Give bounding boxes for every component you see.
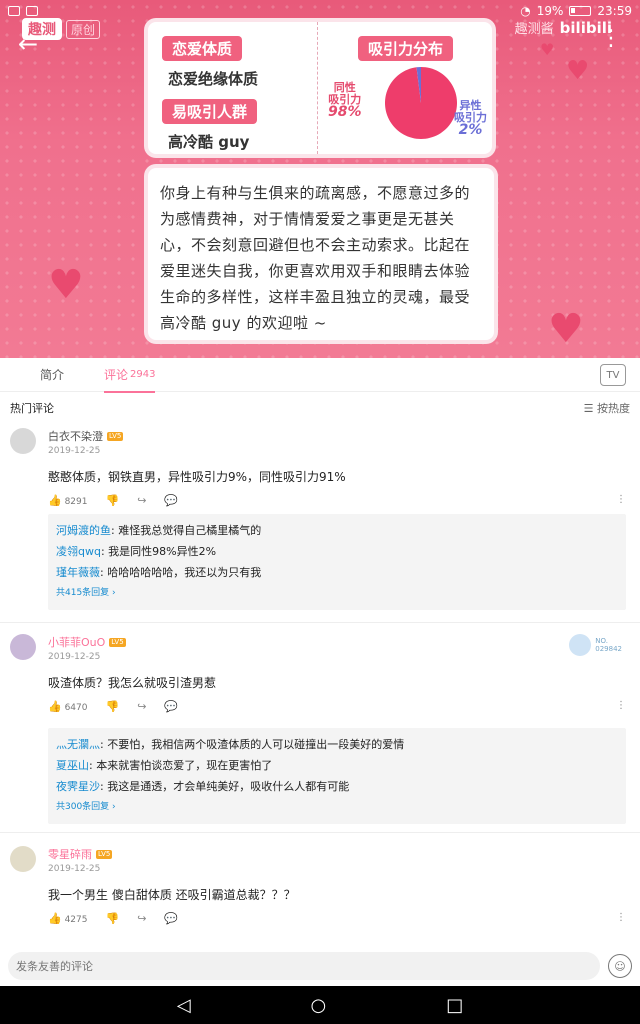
comment-text: 吸渣体质？我怎么就吸引渣男惹 [48, 676, 217, 690]
tab-bar: 简介 评论 2943 TV [0, 358, 640, 393]
heart-decoration-icon: ♥ [566, 56, 590, 86]
system-nav-bar: ◁ ○ □ [0, 986, 640, 1024]
thumb-up-icon: 👍 [48, 700, 62, 713]
sort-button[interactable]: ☰ 按热度 [584, 400, 630, 416]
screen: { "status": {"battery": "19%", "time": "… [0, 0, 640, 1024]
reply-item: 河姆渡的鱼: 难怪我总觉得自己橘里橘气的 [56, 524, 262, 537]
reply-icon[interactable]: 💬 [164, 912, 178, 925]
love-type-value: 恋爱绝缘体质 [168, 70, 259, 88]
back-arrow-icon[interactable]: ← [18, 30, 38, 58]
emoji-icon[interactable]: ☺ [608, 954, 632, 978]
reply-item: 夜霁星沙: 我这是通透，才会单纯美好，吸收什么人都有可能 [56, 780, 350, 793]
thumb-up-icon: 👍 [48, 912, 62, 925]
like-button[interactable]: 👍 8291 [48, 494, 87, 507]
love-type-tag: 恋爱体质 [162, 36, 243, 61]
notification-icon [26, 6, 38, 16]
comment-username[interactable]: 小菲菲OuO LV5 [48, 634, 126, 650]
comment-input[interactable] [8, 952, 600, 980]
comment-username[interactable]: 零星碎雨 LV5 [48, 846, 113, 862]
nav-back-icon[interactable]: ◁ [177, 995, 191, 1016]
reply-box[interactable]: 河姆渡的鱼: 难怪我总觉得自己橘里橘气的 凌翎qwq: 我是同性98%异性2% … [48, 514, 626, 610]
comment-date: 2019-12-25 [48, 652, 101, 662]
comment-date: 2019-12-25 [48, 864, 101, 874]
avatar[interactable] [10, 846, 36, 872]
avatar[interactable] [10, 634, 36, 660]
hot-comments-title: 热门评论 [10, 402, 54, 415]
avatar[interactable] [10, 428, 36, 454]
more-replies-link[interactable]: 共300条回复 › [56, 797, 618, 818]
more-menu-icon[interactable]: ⋮ [600, 28, 622, 50]
fan-badge: NO. 029842 [569, 634, 622, 656]
battery-icon [569, 6, 592, 16]
comment-actions: 👍 6470 👎 ↪ 💬 [48, 700, 178, 713]
thumb-down-icon[interactable]: 👎 [105, 700, 119, 713]
attract-group-tag: 易吸引人群 [162, 99, 258, 124]
badge-icon [569, 634, 592, 656]
share-icon[interactable]: ↪ [137, 700, 146, 713]
share-icon[interactable]: ↪ [137, 912, 146, 925]
comment-more-icon[interactable]: ⋮ [616, 912, 626, 923]
comment-date: 2019-12-25 [48, 446, 101, 456]
reply-icon[interactable]: 💬 [164, 494, 178, 507]
same-sex-label: 同性 吸引力 98% [328, 81, 362, 120]
result-card: 恋爱体质 恋爱绝缘体质 易吸引人群 高冷酷 guy 吸引力分布 同性 吸引力 98%… [148, 22, 492, 154]
chart-title: 吸引力分布 [358, 36, 454, 61]
battery-percent: 19% [536, 4, 564, 18]
nav-home-icon[interactable]: ○ [311, 995, 327, 1016]
comment-more-icon[interactable]: ⋮ [616, 494, 626, 505]
thumb-down-icon[interactable]: 👎 [105, 912, 119, 925]
comment-username[interactable]: 白衣不染澄 LV5 [48, 428, 124, 444]
attract-group-value: 高冷酷 guy [168, 133, 250, 151]
reply-box[interactable]: 灬无灁灬: 不要怕，我相信两个吸渣体质的人可以碰撞出一段美好的爱情 夏巫山: 本… [48, 728, 626, 824]
wifi-icon: ◔ [520, 4, 531, 18]
reply-icon[interactable]: 💬 [164, 700, 178, 713]
status-bar: ◔ 19% 23:59 [0, 0, 640, 22]
nav-recents-icon[interactable]: □ [446, 995, 463, 1016]
more-replies-link[interactable]: 共415条回复 › [56, 583, 618, 604]
thumb-up-icon: 👍 [48, 494, 62, 507]
reply-item: 凌翎qwq: 我是同性98%异性2% [56, 545, 217, 558]
comment-input-bar: ☺ [0, 946, 640, 986]
like-button[interactable]: 👍 4275 [48, 912, 87, 925]
attraction-chart: 吸引力分布 同性 吸引力 98% 异性 吸引力 2% [318, 22, 492, 154]
reply-item: 夏巫山: 本来就害怕谈恋爱了，现在更害怕了 [56, 759, 273, 772]
hot-comments-header: 热门评论 ☰ 按热度 [0, 396, 640, 420]
comment-text: 憨憨体质，钢铁直男，异性吸引力9%，同性吸引力91% [48, 470, 346, 484]
tab-comments[interactable]: 评论 2943 [104, 358, 156, 393]
tv-cast-icon[interactable]: TV [600, 364, 626, 386]
result-description: 你身上有种与生俱来的疏离感，不愿意过多的为感情费神，对于情情爱爱之事更是无甚关心… [148, 168, 494, 340]
heart-decoration-icon: ♥ [48, 262, 84, 308]
comment-more-icon[interactable]: ⋮ [616, 700, 626, 711]
reply-item: 瑾年薇薇: 哈哈哈哈哈哈，我还以为只有我 [56, 566, 262, 579]
attraction-pie-chart [385, 67, 457, 139]
share-icon[interactable]: ↪ [137, 494, 146, 507]
result-banner: ♥ ♥ ♥ ♥ 恋爱体质 恋爱绝缘体质 易吸引人群 高冷酷 guy 吸引力分布 … [0, 0, 640, 358]
clock: 23:59 [597, 4, 632, 18]
gallery-icon [8, 6, 20, 16]
comment-actions: 👍 8291 👎 ↪ 💬 [48, 494, 178, 507]
like-button[interactable]: 👍 6470 [48, 700, 87, 713]
tab-intro[interactable]: 简介 [40, 358, 64, 392]
thumb-down-icon[interactable]: 👎 [105, 494, 119, 507]
reply-item: 灬无灁灬: 不要怕，我相信两个吸渣体质的人可以碰撞出一段美好的爱情 [56, 738, 405, 751]
comment-actions: 👍 4275 👎 ↪ 💬 [48, 912, 178, 925]
heart-decoration-icon: ♥ [540, 40, 555, 59]
opposite-sex-label: 异性 吸引力 2% [454, 99, 487, 138]
comment-text: 我一个男生 傻白甜体质 还吸引霸道总裁？？？ [48, 888, 296, 902]
heart-decoration-icon: ♥ [548, 306, 584, 352]
